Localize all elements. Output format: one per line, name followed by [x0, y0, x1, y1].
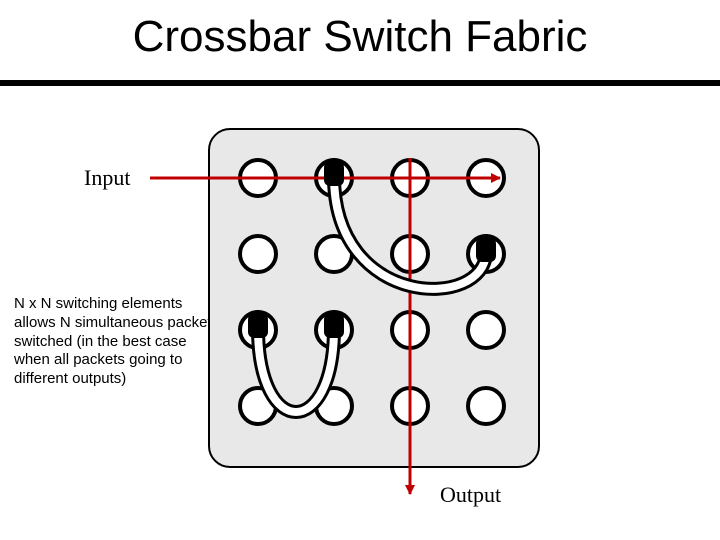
- title-underline: [0, 80, 720, 86]
- switch-node: [238, 158, 278, 198]
- connector-nub: [324, 310, 344, 338]
- switch-node: [238, 234, 278, 274]
- switch-node: [390, 386, 430, 426]
- input-label: Input: [84, 165, 130, 191]
- switch-node: [314, 386, 354, 426]
- description-text: N x N switching elements allows N simult…: [14, 295, 224, 389]
- switch-node: [466, 386, 506, 426]
- switch-node: [466, 310, 506, 350]
- slide: Crossbar Switch Fabric Input Output N x …: [0, 0, 720, 540]
- switch-node: [314, 234, 354, 274]
- switch-node: [390, 234, 430, 274]
- connector-nub: [476, 234, 496, 262]
- output-label: Output: [440, 482, 501, 508]
- switch-node: [390, 310, 430, 350]
- switch-node: [466, 158, 506, 198]
- switch-node: [390, 158, 430, 198]
- page-title: Crossbar Switch Fabric: [0, 12, 720, 62]
- connector-nub: [248, 310, 268, 338]
- connector-nub: [324, 158, 344, 186]
- switch-node: [238, 386, 278, 426]
